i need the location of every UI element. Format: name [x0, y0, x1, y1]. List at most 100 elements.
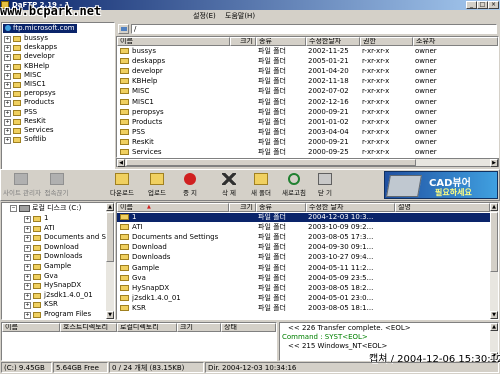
minimize-button[interactable]: _: [466, 1, 477, 9]
local-col-header[interactable]: 크기: [229, 203, 256, 212]
table-row[interactable]: Downloads 파일 폴더 2003-10-27 09:4...: [117, 253, 490, 262]
expand-icon[interactable]: +: [24, 283, 31, 291]
expand-icon[interactable]: +: [24, 254, 31, 262]
table-row[interactable]: peropsys 파일 폴더 2000-09-21 r-xr-xr-x owner: [117, 108, 498, 117]
parent-dir-button[interactable]: [118, 24, 129, 34]
table-row[interactable]: KSR 파일 폴더 2003-08-05 18:1...: [117, 304, 490, 313]
table-row[interactable]: MISC 파일 폴더 2002-07-02 r-xr-xr-x owner: [117, 87, 498, 96]
menu-settings[interactable]: 설정(E): [193, 10, 216, 22]
expand-icon[interactable]: +: [24, 235, 31, 243]
table-row[interactable]: developr 파일 폴더 2001-04-20 r-xr-xr-x owner: [117, 67, 498, 76]
scroll-right-arrow[interactable]: ▶: [490, 159, 498, 167]
local-tree-scroll-thumb[interactable]: [106, 212, 114, 262]
table-row[interactable]: Download 파일 폴더 2004-09-30 09:1...: [117, 243, 490, 252]
local-col-header[interactable]: 종류: [256, 203, 306, 212]
table-row[interactable]: Gva 파일 폴더 2004-05-09 23:5...: [117, 274, 490, 283]
expand-icon[interactable]: +: [4, 137, 11, 145]
remote-cell: peropsys: [132, 107, 164, 116]
toolbar-button-site-manager[interactable]: 사이트 관리자: [3, 171, 41, 199]
remote-col-header[interactable]: 종류: [256, 37, 306, 46]
expand-icon[interactable]: +: [24, 244, 31, 252]
table-row[interactable]: Products 파일 폴더 2001-01-02 r-xr-xr-x owner: [117, 118, 498, 127]
remote-col-header[interactable]: 소유자: [413, 37, 498, 46]
queue-col-header[interactable]: 이름: [2, 323, 60, 332]
local-file-list[interactable]: 이름 크기 종류 수정한 날자 설명 ▲ 1 파일 폴더 2004-12-03 10:3...…: [116, 202, 499, 320]
menu-help[interactable]: 도움말(H): [225, 10, 255, 22]
toolbar-button-stop[interactable]: 중 지: [176, 171, 204, 199]
expand-icon[interactable]: +: [4, 36, 11, 43]
expand-icon[interactable]: +: [24, 216, 31, 223]
toolbar-button-upload[interactable]: 업로드: [140, 171, 174, 199]
local-drive-node[interactable]: − 로컬 디스크 (C:): [10, 204, 81, 213]
expand-icon[interactable]: +: [4, 72, 11, 80]
toolbar-button-refresh[interactable]: 새로고침: [278, 171, 310, 199]
expand-icon[interactable]: +: [24, 264, 31, 271]
table-row[interactable]: Documents and Settings 파일 폴더 2003-08-05 17…: [117, 233, 490, 242]
folder-icon: [120, 128, 129, 135]
expand-icon[interactable]: +: [24, 302, 31, 310]
expand-icon[interactable]: +: [4, 45, 11, 53]
local-col-header[interactable]: 이름: [117, 203, 229, 212]
scroll-down-arrow[interactable]: ▼: [106, 311, 114, 319]
expand-icon[interactable]: +: [24, 225, 31, 233]
collapse-icon[interactable]: −: [10, 204, 17, 212]
queue-col-header[interactable]: 크기: [177, 323, 221, 332]
remote-file-list[interactable]: 이름 크기 종류 수정한날자 권한 소유자 bussys 파일 폴더 2002-11-25 r-…: [116, 36, 499, 158]
expand-icon[interactable]: +: [4, 100, 11, 108]
table-row[interactable]: MISC1 파일 폴더 2002-12-16 r-xr-xr-x owner: [117, 98, 498, 107]
toolbar-button-download[interactable]: 다운로드: [106, 171, 138, 199]
remote-col-header[interactable]: 크기: [230, 37, 256, 46]
table-row[interactable]: PSS 파일 폴더 2003-04-04 r-xr-xr-x owner: [117, 128, 498, 137]
table-row[interactable]: 1 파일 폴더 2004-12-03 10:3...: [117, 213, 490, 222]
maximize-button[interactable]: □: [477, 1, 488, 9]
table-row[interactable]: ResKit 파일 폴더 2000-09-21 r-xr-xr-x owner: [117, 138, 498, 147]
local-tree[interactable]: − 로컬 디스크 (C:) +1 + ATI + Documents and Se + Dow…: [1, 202, 115, 320]
local-list-vscrollbar[interactable]: ▲ ▼: [490, 203, 498, 319]
toolbar-button-delete[interactable]: 삭 제: [216, 171, 242, 199]
remote-hscroll-thumb[interactable]: [126, 159, 416, 166]
ad-banner[interactable]: CAD뷰어 필요하세요: [384, 171, 498, 199]
expand-icon[interactable]: +: [4, 54, 11, 62]
toolbar-button-close[interactable]: 닫 기: [312, 171, 338, 199]
scroll-down-arrow[interactable]: ▼: [490, 311, 498, 319]
expand-icon[interactable]: +: [4, 63, 11, 71]
remote-col-header[interactable]: 권한: [360, 37, 413, 46]
remote-col-header[interactable]: 이름: [117, 37, 230, 46]
expand-icon[interactable]: +: [4, 128, 11, 135]
queue-col-header[interactable]: 호스트디렉토리: [60, 323, 117, 332]
local-col-header[interactable]: 설명: [395, 203, 490, 212]
expand-icon[interactable]: +: [4, 91, 11, 99]
table-row[interactable]: bussys 파일 폴더 2002-11-25 r-xr-xr-x owner: [117, 47, 498, 56]
expand-icon[interactable]: +: [4, 109, 11, 117]
remote-tree[interactable]: ftp.microsoft.com + bussys + deskapps + devel…: [1, 22, 115, 170]
remote-path-input[interactable]: /: [131, 24, 497, 34]
expand-icon[interactable]: +: [24, 312, 31, 319]
table-row[interactable]: ATI 파일 폴더 2003-10-09 09:2...: [117, 223, 490, 232]
expand-icon[interactable]: +: [4, 118, 11, 126]
remote-hscrollbar[interactable]: ◀ ▶: [116, 158, 499, 167]
scroll-up-arrow[interactable]: ▲: [106, 203, 114, 211]
scroll-left-arrow[interactable]: ◀: [117, 159, 125, 167]
queue-col-header[interactable]: 상태: [221, 323, 276, 332]
table-row[interactable]: Gample 파일 폴더 2004-05-11 11:2...: [117, 264, 490, 273]
local-col-header[interactable]: 수정한 날자: [306, 203, 395, 212]
local-list-scroll-thumb[interactable]: [490, 212, 498, 272]
toolbar-button-disconnect[interactable]: 접속끊기: [40, 171, 73, 199]
table-row[interactable]: Services 파일 폴더 2000-09-25 r-xr-xr-x owner: [117, 148, 498, 157]
local-tree-vscrollbar[interactable]: ▲ ▼: [106, 203, 114, 319]
remote-col-header[interactable]: 수정한날자: [306, 37, 360, 46]
table-row[interactable]: KBHelp 파일 폴더 2002-11-18 r-xr-xr-x owner: [117, 77, 498, 86]
remote-tree-root[interactable]: ftp.microsoft.com: [3, 24, 77, 33]
expand-icon[interactable]: +: [24, 292, 31, 300]
table-row[interactable]: HySnapDX 파일 폴더 2003-08-05 18:2...: [117, 284, 490, 293]
close-window-button[interactable]: ×: [488, 1, 499, 9]
scroll-up-arrow[interactable]: ▲: [490, 203, 498, 211]
table-row[interactable]: deskapps 파일 폴더 2005-01-21 r-xr-xr-x owner: [117, 57, 498, 66]
expand-icon[interactable]: +: [24, 273, 31, 281]
transfer-queue[interactable]: 이름 호스트디렉토리 로컬디렉토리 크기 상태: [1, 322, 277, 361]
toolbar-button-new-folder[interactable]: 새 폴더: [246, 171, 276, 199]
queue-col-header[interactable]: 로컬디렉토리: [117, 323, 177, 332]
scroll-up-arrow[interactable]: ▲: [490, 323, 498, 331]
expand-icon[interactable]: +: [4, 82, 11, 89]
table-row[interactable]: j2sdk1.4.0_01 파일 폴더 2004-05-01 23:0...: [117, 294, 490, 303]
